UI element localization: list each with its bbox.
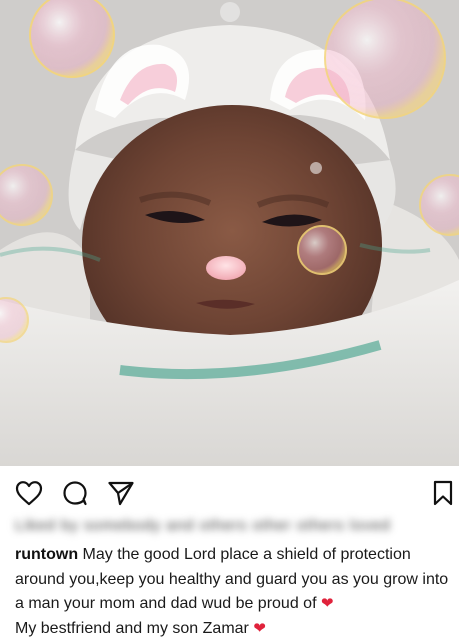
comment-bubble-icon[interactable] [60, 478, 90, 508]
heart-emoji-icon: ❤ [253, 619, 266, 637]
heart-emoji-icon: ❤ [320, 595, 334, 612]
post-photo[interactable] [0, 0, 459, 466]
paper-plane-icon[interactable] [106, 478, 136, 508]
liked-by-line[interactable]: Liked by somebody and others other other… [15, 514, 417, 536]
bookmark-icon[interactable] [428, 478, 458, 508]
caption-username[interactable]: runtown [15, 546, 78, 563]
post-caption: runtown May the good Lord place a shield… [15, 543, 455, 641]
baby-photo-illustration [0, 0, 459, 466]
caption-text-line2: My bestfriend and my son Zamar [15, 619, 254, 637]
heart-outline-icon[interactable] [14, 478, 44, 508]
caption-text-line1: May the good Lord place a shield of prot… [15, 546, 449, 612]
post-action-bar [0, 466, 459, 518]
liked-by-text-blurred: Liked by somebody and others other other… [15, 516, 391, 534]
